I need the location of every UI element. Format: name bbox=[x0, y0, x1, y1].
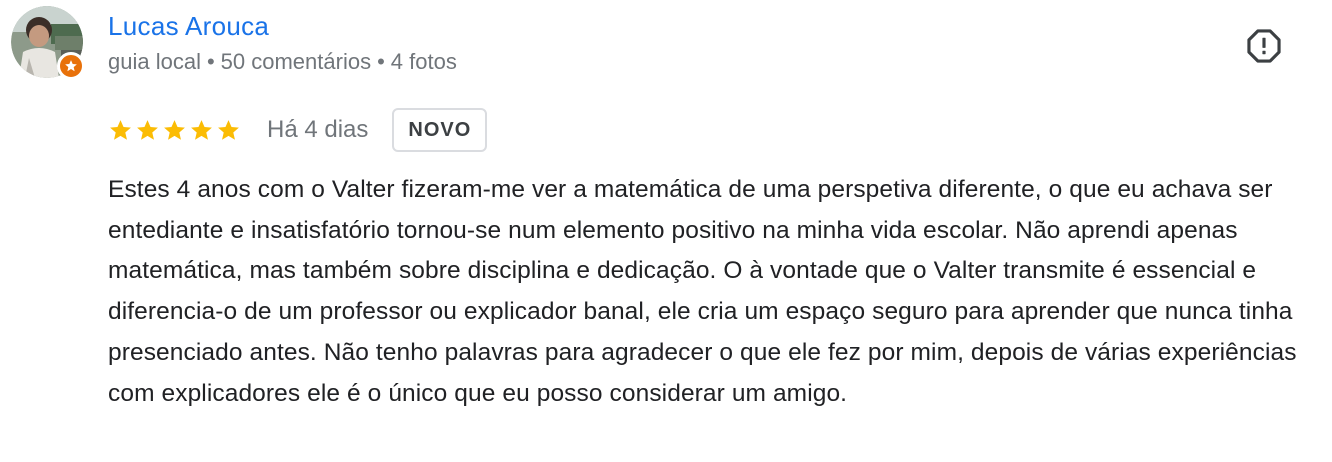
star-icon bbox=[164, 119, 185, 140]
author-role: guia local bbox=[108, 49, 201, 74]
local-guide-star-icon bbox=[57, 52, 85, 80]
star-icon bbox=[137, 119, 158, 140]
star-icon bbox=[110, 119, 131, 140]
report-review-button[interactable] bbox=[1244, 26, 1284, 66]
author-meta: guia local • 50 comentários • 4 fotos bbox=[108, 48, 457, 76]
author-avatar[interactable] bbox=[11, 6, 85, 80]
review-card: Lucas Arouca guia local • 50 comentários • 4… bbox=[0, 0, 1332, 462]
review-text: Estes 4 anos com o Valter fizeram-me ver… bbox=[108, 176, 1297, 407]
rating-row: Há 4 dias NOVO bbox=[108, 106, 488, 154]
new-badge: NOVO bbox=[392, 108, 488, 152]
report-flag-icon bbox=[1247, 29, 1281, 63]
author-photos-count: 4 fotos bbox=[390, 49, 457, 74]
star-icon bbox=[191, 119, 212, 140]
author-reviews-count: 50 comentários bbox=[220, 49, 372, 74]
meta-separator: • bbox=[206, 49, 215, 74]
meta-separator: • bbox=[377, 49, 385, 74]
review-date: Há 4 dias bbox=[267, 116, 369, 143]
star-rating bbox=[108, 118, 241, 143]
author-name-link[interactable]: Lucas Arouca bbox=[108, 10, 269, 42]
star-icon bbox=[218, 119, 239, 140]
